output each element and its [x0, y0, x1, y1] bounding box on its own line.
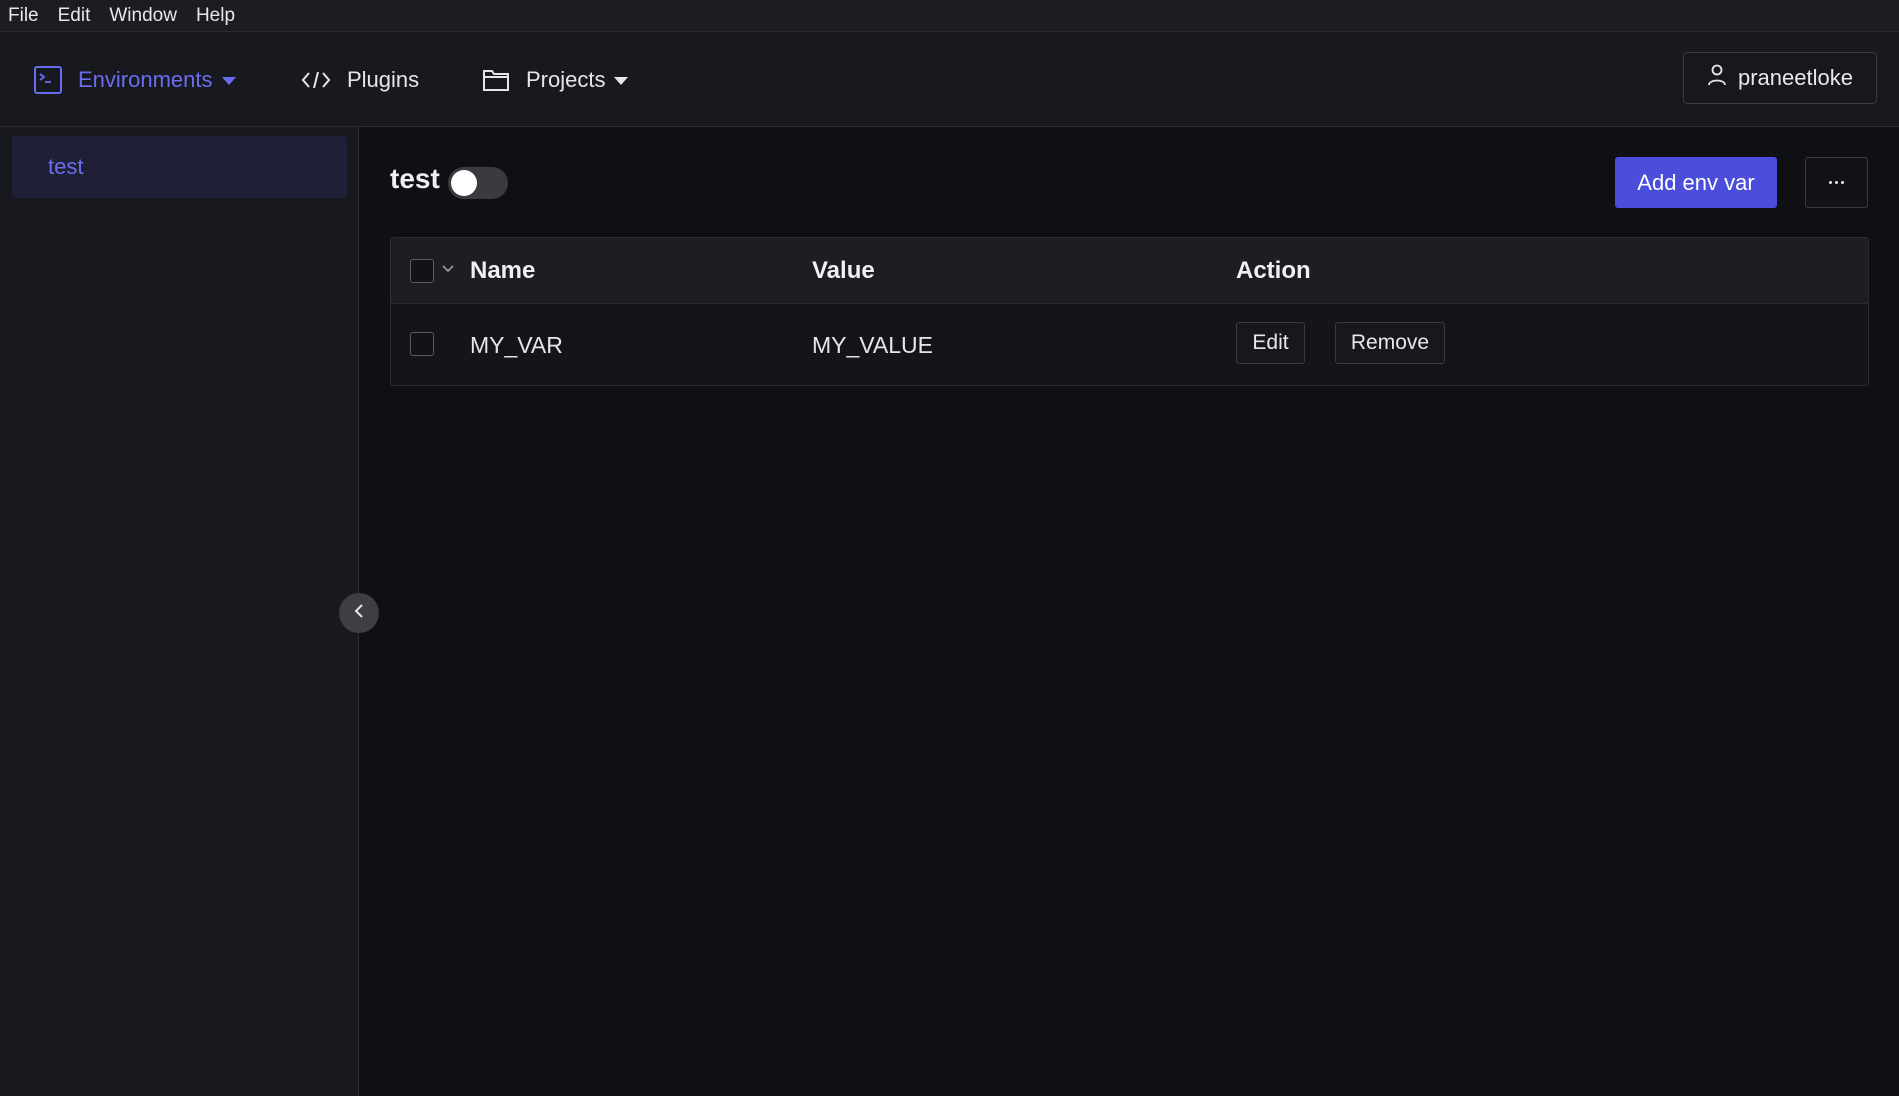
select-all-checkbox[interactable]: [410, 259, 434, 283]
chevron-left-icon: [352, 602, 366, 625]
code-icon: [301, 69, 331, 91]
terminal-icon: [34, 65, 62, 94]
top-navigation: Environments Plugins Projects praneetlok…: [0, 32, 1899, 127]
sidebar-item-test[interactable]: test: [12, 136, 347, 198]
add-env-var-button[interactable]: Add env var: [1615, 157, 1777, 208]
table-header: Name Value Action: [391, 238, 1868, 304]
nav-projects-label: Projects: [526, 66, 606, 92]
chevron-down-icon[interactable]: [441, 262, 455, 280]
table-row: MY_VAR MY_VALUE Edit Remove: [391, 304, 1868, 385]
environment-title: test: [390, 163, 440, 194]
chevron-down-icon: [221, 77, 236, 85]
nav-plugins[interactable]: Plugins: [301, 32, 419, 127]
ellipsis-icon: [1829, 181, 1844, 184]
collapse-sidebar-button[interactable]: [339, 593, 379, 633]
nav-environments-label: Environments: [78, 66, 213, 92]
main-content: test Add env var Name Value Action MY_VA…: [360, 127, 1899, 1096]
environment-toggle[interactable]: [448, 167, 508, 199]
user-icon: [1707, 64, 1727, 92]
column-header-value: Value: [812, 257, 875, 284]
menu-help[interactable]: Help: [196, 5, 235, 27]
var-value-cell: MY_VALUE: [812, 331, 934, 358]
column-header-action: Action: [1236, 257, 1311, 284]
row-checkbox[interactable]: [410, 332, 434, 356]
var-name-cell: MY_VAR: [470, 331, 563, 358]
user-name: praneetloke: [1738, 65, 1853, 90]
env-vars-table: Name Value Action MY_VAR MY_VALUE Edit R…: [390, 237, 1869, 386]
remove-button[interactable]: Remove: [1335, 322, 1445, 364]
menu-window[interactable]: Window: [109, 5, 177, 27]
user-menu-button[interactable]: praneetloke: [1683, 52, 1877, 104]
more-options-button[interactable]: [1805, 157, 1868, 208]
sidebar-item-label: test: [48, 154, 84, 179]
menu-bar: File Edit Window Help: [0, 0, 1899, 32]
environment-sidebar: test: [0, 127, 359, 1096]
edit-button[interactable]: Edit: [1236, 322, 1305, 364]
nav-environments[interactable]: Environments: [34, 32, 236, 127]
menu-file[interactable]: File: [8, 5, 39, 27]
chevron-down-icon: [614, 77, 629, 85]
menu-edit[interactable]: Edit: [58, 5, 91, 27]
nav-plugins-label: Plugins: [347, 66, 420, 92]
column-header-name: Name: [470, 257, 536, 284]
folder-icon: [482, 68, 510, 92]
toggle-knob: [451, 170, 477, 196]
nav-projects[interactable]: Projects: [482, 32, 629, 127]
